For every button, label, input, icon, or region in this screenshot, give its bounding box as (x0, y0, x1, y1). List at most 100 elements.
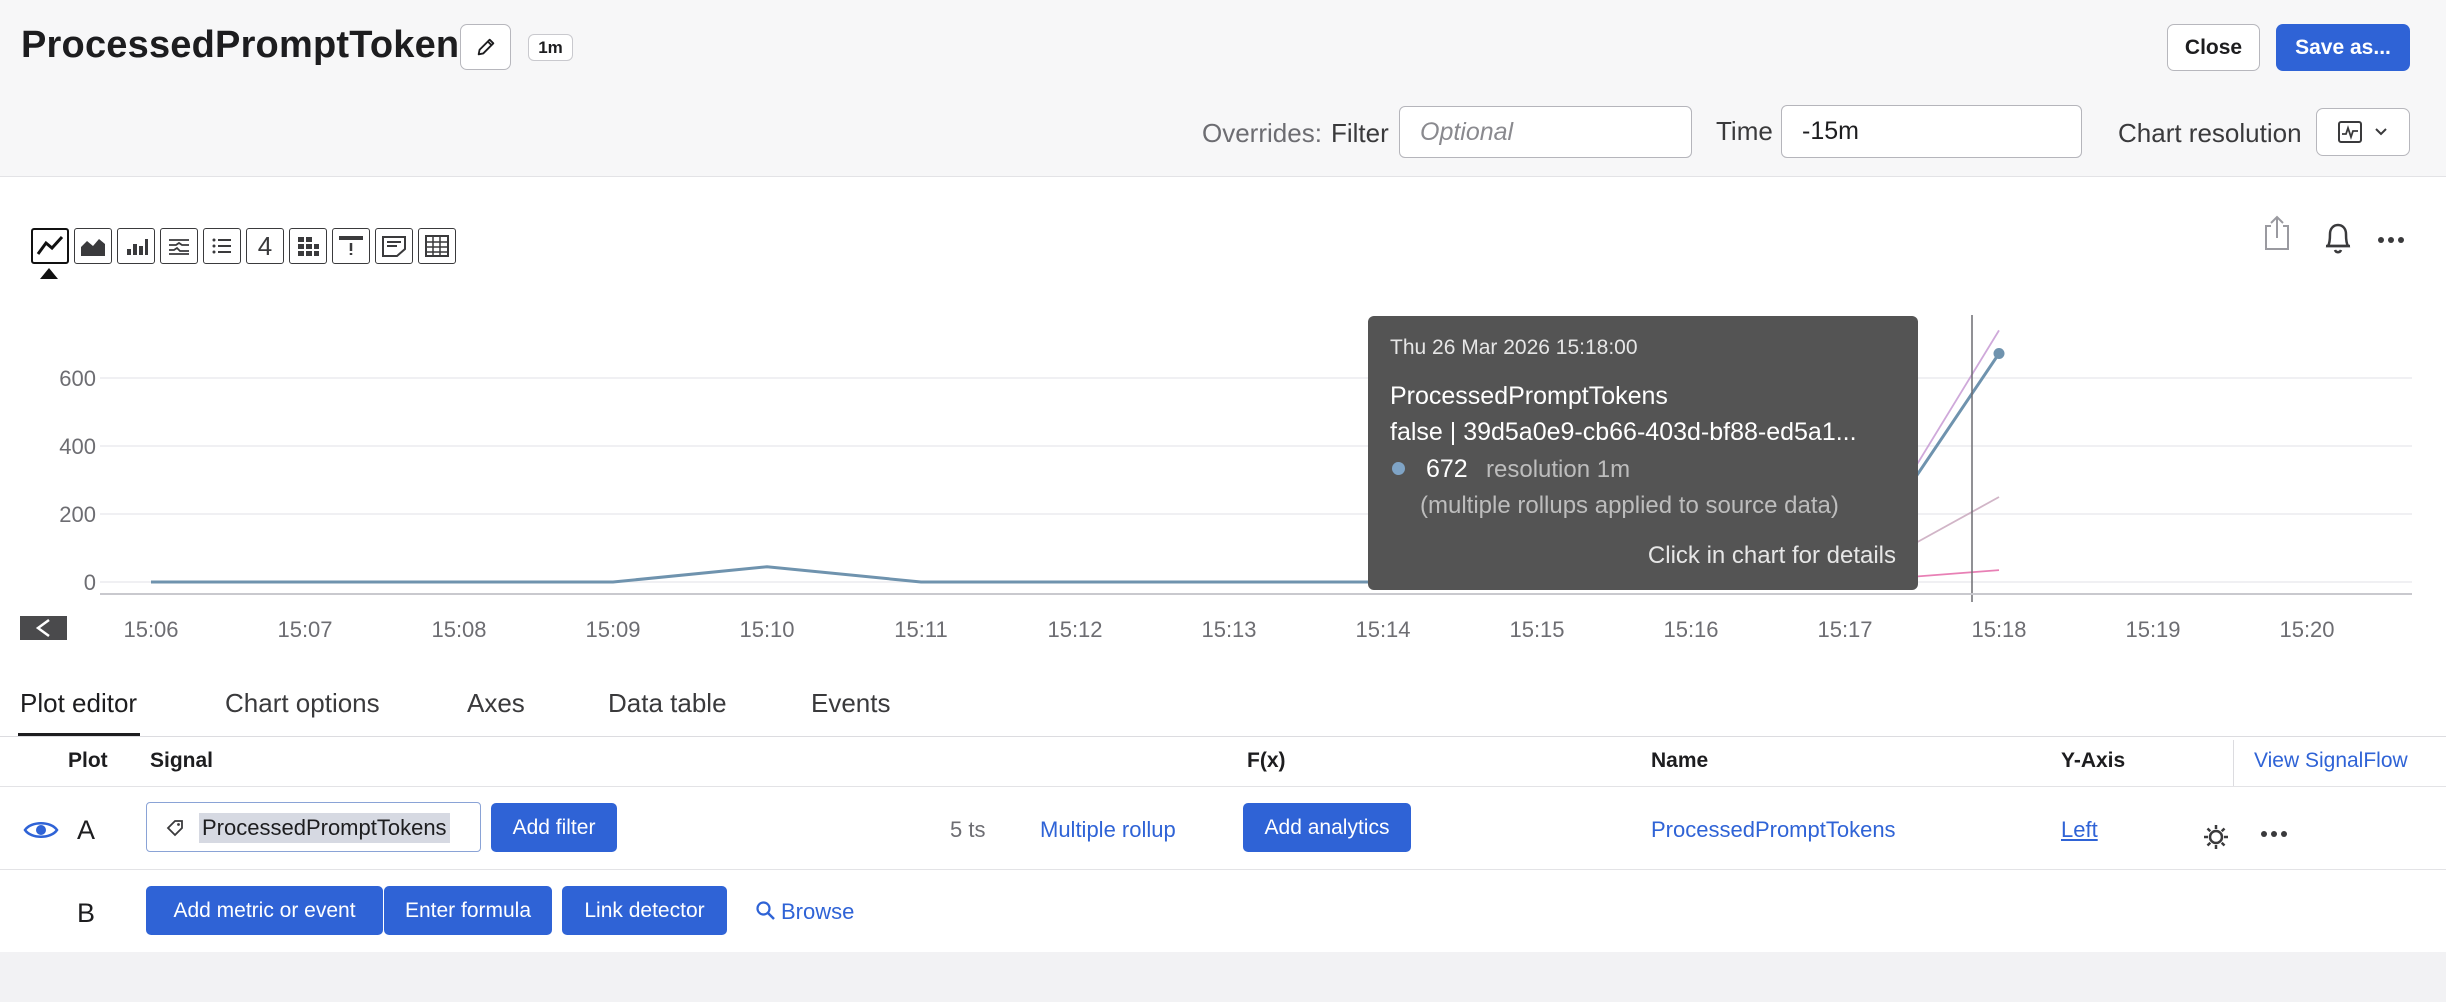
plot-settings-button[interactable] (2201, 822, 2231, 852)
edit-title-button[interactable] (460, 24, 511, 70)
y-axis-link[interactable]: Left (2061, 817, 2098, 843)
share-icon (2265, 215, 2289, 250)
chart-resolution-label: Chart resolution (2118, 118, 2302, 148)
plot-more-button[interactable] (2259, 826, 2289, 838)
pencil-icon (477, 38, 494, 56)
time-input[interactable]: -15m (1781, 105, 2082, 158)
chart-more-button[interactable] (2374, 228, 2408, 252)
x-tick-label: 15:14 (1355, 617, 1410, 642)
scroll-left-button[interactable] (20, 616, 67, 640)
column-chart-icon (127, 239, 148, 255)
text-note-icon (382, 236, 406, 257)
table-icon (425, 235, 449, 257)
tooltip-resolution: resolution 1m (1486, 456, 1631, 483)
signal-name: ProcessedPromptTokens (199, 813, 450, 843)
y-tick-label: 400 (59, 434, 96, 459)
header-row-divider (0, 786, 2446, 787)
column-header-y-axis: Y-Axis (2061, 749, 2126, 772)
tooltip-series: false | 39d5a0e9-cb66-403d-bf88-ed5a1... (1390, 418, 1857, 446)
column-header-plot: Plot (68, 749, 108, 772)
add-analytics-button[interactable]: Add analytics (1243, 803, 1411, 852)
x-tick-label: 15:16 (1663, 617, 1718, 642)
view-signalflow-link[interactable]: View SignalFlow (2254, 749, 2408, 773)
histogram-icon (169, 239, 189, 255)
series-point (1993, 348, 2005, 360)
line-chart-icon (36, 235, 64, 255)
line-chart[interactable]: 0 200 400 600 15:06 15:07 15:08 15:09 15:10 15:1… (0, 300, 2446, 660)
tooltip-hint: Click in chart for details (1647, 542, 1896, 569)
plot-name-link[interactable]: ProcessedPromptTokens (1651, 817, 1896, 843)
signal-input[interactable]: ProcessedPromptTokens (146, 802, 481, 852)
column-header-signal: Signal (150, 749, 214, 772)
x-tick-label: 15:17 (1817, 617, 1872, 642)
tab-data-table[interactable]: Data table (608, 688, 727, 719)
chart-resolution-select[interactable] (2316, 108, 2410, 156)
tooltip-series-dot (1392, 462, 1405, 475)
page-title: ProcessedPromptTokens (21, 24, 481, 66)
chart-type-text[interactable] (375, 228, 413, 264)
x-tick-label: 15:08 (431, 617, 486, 642)
tab-chart-options[interactable]: Chart options (225, 688, 380, 719)
x-tick-label: 15:07 (277, 617, 332, 642)
chart-type-event-feed[interactable] (332, 228, 370, 264)
tag-icon (166, 820, 183, 837)
tab-plot-editor[interactable]: Plot editor (20, 688, 137, 719)
chart-tooltip: Thu 26 Mar 2026 15:18:00 ProcessedPrompt… (1368, 316, 1918, 590)
plot-letter-a: A (77, 815, 96, 845)
chart-type-heatmap[interactable] (289, 228, 327, 264)
close-button[interactable]: Close (2167, 24, 2260, 71)
add-metric-button[interactable]: Add metric or event (146, 886, 383, 935)
x-tick-label: 15:10 (739, 617, 794, 642)
alert-button[interactable] (2320, 218, 2356, 258)
browse-button[interactable] (755, 900, 777, 922)
heatmap-icon (298, 237, 319, 256)
chart-resolution-icon (2338, 121, 2362, 143)
chart-type-column[interactable] (117, 228, 155, 264)
event-feed-icon (339, 236, 363, 255)
x-tick-label: 15:11 (894, 617, 947, 642)
bell-icon (2325, 223, 2351, 254)
add-filter-button[interactable]: Add filter (491, 803, 617, 852)
header-divider (2233, 740, 2234, 786)
chart-type-single-value[interactable]: 4 (246, 228, 284, 264)
filter-label: Filter (1331, 118, 1389, 148)
chart-type-list[interactable] (203, 228, 241, 264)
chart-type-line[interactable] (31, 228, 69, 264)
x-tick-label: 15:15 (1509, 617, 1564, 642)
tabs-divider (0, 736, 2446, 737)
eye-icon (23, 822, 59, 838)
column-header-name: Name (1651, 749, 1709, 772)
save-as-button[interactable]: Save as... (2276, 24, 2410, 71)
gear-icon (2204, 825, 2228, 849)
chevron-down-icon (2375, 128, 2387, 136)
area-chart-icon (81, 239, 105, 256)
x-tick-label: 15:20 (2279, 617, 2334, 642)
plot-letter-b: B (77, 898, 96, 928)
resolution-badge: 1m (528, 34, 573, 61)
tab-events[interactable]: Events (811, 688, 891, 719)
tab-axes[interactable]: Axes (467, 688, 525, 719)
share-button[interactable] (2260, 213, 2294, 253)
x-tick-label: 15:12 (1047, 617, 1102, 642)
search-icon (756, 901, 775, 920)
rollup-link[interactable]: Multiple rollup (1040, 817, 1176, 843)
enter-formula-button[interactable]: Enter formula (384, 886, 552, 935)
overrides-label: Overrides: (1202, 118, 1322, 148)
tooltip-note: (multiple rollups applied to source data… (1420, 492, 1839, 519)
chart-type-histogram[interactable] (160, 228, 198, 264)
tooltip-value: 672 (1426, 455, 1468, 483)
toggle-visibility-button[interactable] (22, 818, 60, 842)
chart-type-table[interactable] (418, 228, 456, 264)
x-tick-label: 15:18 (1971, 617, 2026, 642)
timeseries-count: 5 ts (950, 817, 986, 842)
tooltip-date: Thu 26 Mar 2026 15:18:00 (1390, 336, 1638, 359)
browse-link[interactable]: Browse (781, 899, 854, 925)
chart-type-area[interactable] (74, 228, 112, 264)
column-header-fx: F(x) (1247, 749, 1286, 772)
selected-chart-type-indicator (40, 268, 58, 279)
x-tick-label: 15:06 (123, 617, 178, 642)
filter-input[interactable]: Optional (1399, 106, 1692, 158)
link-detector-button[interactable]: Link detector (562, 886, 727, 935)
x-tick-label: 15:13 (1201, 617, 1256, 642)
time-label: Time (1716, 116, 1773, 146)
